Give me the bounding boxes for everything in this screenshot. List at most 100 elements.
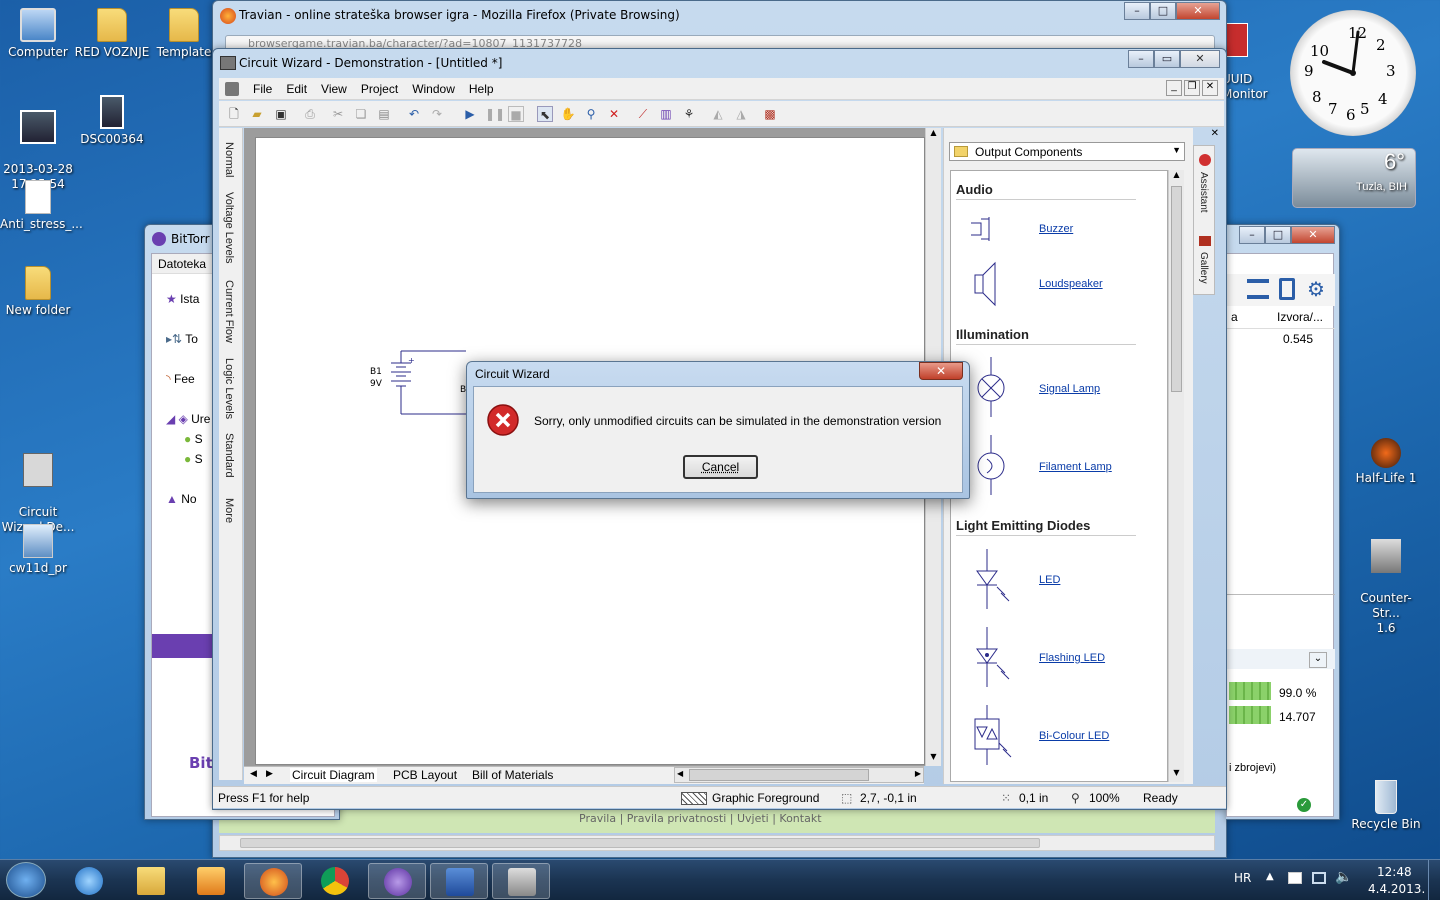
menu-edit[interactable]: Edit: [286, 82, 307, 96]
tab-scroll-right[interactable]: ▶: [266, 768, 273, 779]
menu-help[interactable]: Help: [469, 82, 494, 96]
tab-current-flow[interactable]: Current Flow: [223, 280, 235, 343]
tab-normal[interactable]: Normal: [223, 142, 235, 177]
mdi-close-button[interactable]: ✕: [1202, 80, 1218, 96]
redo-icon[interactable]: ↷: [429, 106, 445, 122]
menu-window[interactable]: Window: [412, 82, 455, 96]
loudspeaker-icon[interactable]: [969, 257, 1009, 313]
desktop-icon-photo-2013[interactable]: 2013-03-28 17.25.54: [0, 95, 76, 192]
tab-circuit-diagram[interactable]: Circuit Diagram: [290, 768, 377, 782]
maximize-button[interactable]: ▭: [1154, 50, 1180, 68]
delete-icon[interactable]: ✕: [606, 106, 622, 122]
component-flashing-led[interactable]: Flashing LED: [1039, 652, 1105, 664]
tab-bill-of-materials[interactable]: Bill of Materials: [472, 768, 553, 782]
signal-lamp-icon[interactable]: [969, 357, 1009, 417]
flag-icon[interactable]: [1288, 872, 1302, 884]
menu-view[interactable]: View: [321, 82, 347, 96]
language-indicator[interactable]: HR: [1234, 871, 1251, 885]
taskbar-media-player[interactable]: [182, 863, 240, 899]
desktop-icon-computer[interactable]: Computer: [0, 8, 76, 60]
maximize-button[interactable]: □: [1150, 2, 1176, 20]
save-icon[interactable]: ▣: [273, 106, 289, 122]
column-header[interactable]: Izvora/...: [1277, 310, 1323, 324]
pointer-icon[interactable]: ⬉: [537, 106, 553, 122]
taskbar-explorer[interactable]: [122, 863, 180, 899]
gallery-icon[interactable]: ▩: [762, 106, 778, 122]
open-folder-icon[interactable]: ▰: [249, 106, 265, 122]
chevron-down-icon[interactable]: ⌄: [1309, 652, 1327, 668]
taskbar-firefox[interactable]: [244, 863, 302, 899]
menu-file[interactable]: File: [253, 82, 272, 96]
bittorrent-menu[interactable]: Datoteka: [158, 257, 206, 271]
tab-more[interactable]: More: [223, 498, 235, 523]
component-filament-lamp[interactable]: Filament Lamp: [1039, 461, 1112, 473]
copy-icon[interactable]: ❏: [353, 106, 369, 122]
print-icon[interactable]: ⎙: [302, 106, 318, 122]
taskbar-bittorrent[interactable]: [368, 863, 426, 899]
led-icon[interactable]: [969, 549, 1019, 611]
graph-icon[interactable]: ▥: [658, 106, 674, 122]
component-bi-colour-led[interactable]: Bi-Colour LED: [1039, 730, 1109, 742]
stop-icon[interactable]: ■: [508, 106, 524, 122]
components-icon[interactable]: ⚘: [681, 106, 697, 122]
close-button[interactable]: ✕: [1291, 226, 1335, 244]
flip-horizontal-icon[interactable]: ◭: [710, 106, 726, 122]
cancel-button[interactable]: Cancel: [683, 455, 758, 479]
taskbar-ie[interactable]: [60, 863, 118, 899]
mdi-minimize-button[interactable]: _: [1166, 80, 1182, 96]
network-icon[interactable]: [1312, 872, 1326, 884]
clock-time[interactable]: 12:48: [1377, 865, 1412, 879]
desktop-icon-dsc00364[interactable]: DSC00364: [74, 95, 150, 147]
component-buzzer[interactable]: Buzzer: [1039, 223, 1073, 235]
desktop-icon-recycle-bin[interactable]: Recycle Bin: [1348, 780, 1424, 832]
desktop-icon-template[interactable]: Template: [146, 8, 222, 60]
weather-gadget[interactable]: 6° Tuzla, BIH: [1292, 148, 1416, 208]
minimize-button[interactable]: –: [1239, 226, 1265, 244]
desktop-icon-circuit-wizard[interactable]: Circuit Wizard De...: [0, 438, 76, 535]
gear-icon[interactable]: ⚙: [1307, 277, 1325, 302]
sidebar-item[interactable]: ◝ Fee: [166, 372, 210, 412]
status-zoom[interactable]: 100%: [1089, 791, 1120, 805]
component-led[interactable]: LED: [1039, 574, 1060, 586]
tab-logic-levels[interactable]: Logic Levels: [223, 358, 235, 419]
sidebar-item[interactable]: ● S: [166, 452, 210, 492]
clock-gadget[interactable]: 12 2 3 4 5 6 7 8 9 10: [1290, 10, 1416, 136]
desktop-icon-half-life[interactable]: Half-Life 1: [1348, 438, 1424, 486]
close-button[interactable]: ✕: [1176, 2, 1220, 20]
device-icon[interactable]: [1279, 278, 1295, 300]
undo-icon[interactable]: ↶: [406, 106, 422, 122]
tab-standard[interactable]: Standard: [223, 433, 235, 478]
desktop-icon-red-voznje[interactable]: RED VOZNJE: [74, 8, 150, 60]
tab-gallery[interactable]: Gallery: [1198, 252, 1209, 284]
panel-close-icon[interactable]: ✕: [1211, 128, 1219, 139]
component-signal-lamp[interactable]: Signal Lamp: [1039, 383, 1100, 395]
paste-icon[interactable]: ▤: [376, 106, 392, 122]
zoom-icon[interactable]: ⚲: [583, 106, 599, 122]
desktop-icon-uuid-monitor[interactable]: UUID Monitor: [1222, 8, 1278, 102]
dialog-close-button[interactable]: ✕: [919, 362, 963, 380]
mdi-restore-button[interactable]: ❐: [1184, 80, 1200, 96]
firefox-hscroll[interactable]: [219, 835, 1215, 851]
gallery-vscroll[interactable]: ▲ ▼: [1168, 170, 1184, 782]
bittorrent-window-right[interactable]: – □ ✕ ⚙ a Izvora/... 0.545 ⌄ 99.0 % 14.7…: [1226, 224, 1340, 820]
desktop-icon-new-folder[interactable]: New folder: [0, 266, 76, 318]
taskbar-word[interactable]: [430, 863, 488, 899]
tab-assistant[interactable]: Assistant: [1198, 172, 1209, 213]
flip-vertical-icon[interactable]: ◮: [733, 106, 749, 122]
column-header[interactable]: a: [1231, 310, 1238, 324]
start-button[interactable]: [6, 862, 46, 898]
probe-icon[interactable]: ⟋: [635, 106, 651, 122]
clock-date[interactable]: 4.4.2013.: [1368, 882, 1425, 896]
category-dropdown[interactable]: Output Components ▼: [949, 142, 1185, 161]
show-hidden-icons[interactable]: ▲: [1266, 871, 1274, 882]
menu-project[interactable]: Project: [361, 82, 398, 96]
show-desktop-button[interactable]: [1428, 860, 1440, 900]
sidebar-item[interactable]: ▸⇅ To: [166, 332, 210, 372]
tab-voltage-levels[interactable]: Voltage Levels: [223, 192, 235, 264]
maximize-button[interactable]: □: [1265, 226, 1291, 244]
component-loudspeaker[interactable]: Loudspeaker: [1039, 278, 1103, 290]
desktop-icon-counter-strike[interactable]: Counter-Str... 1.6: [1348, 524, 1424, 636]
tab-scroll-left[interactable]: ◀: [250, 768, 257, 779]
play-icon[interactable]: ▶: [462, 106, 478, 122]
status-layer[interactable]: Graphic Foreground: [712, 791, 819, 805]
